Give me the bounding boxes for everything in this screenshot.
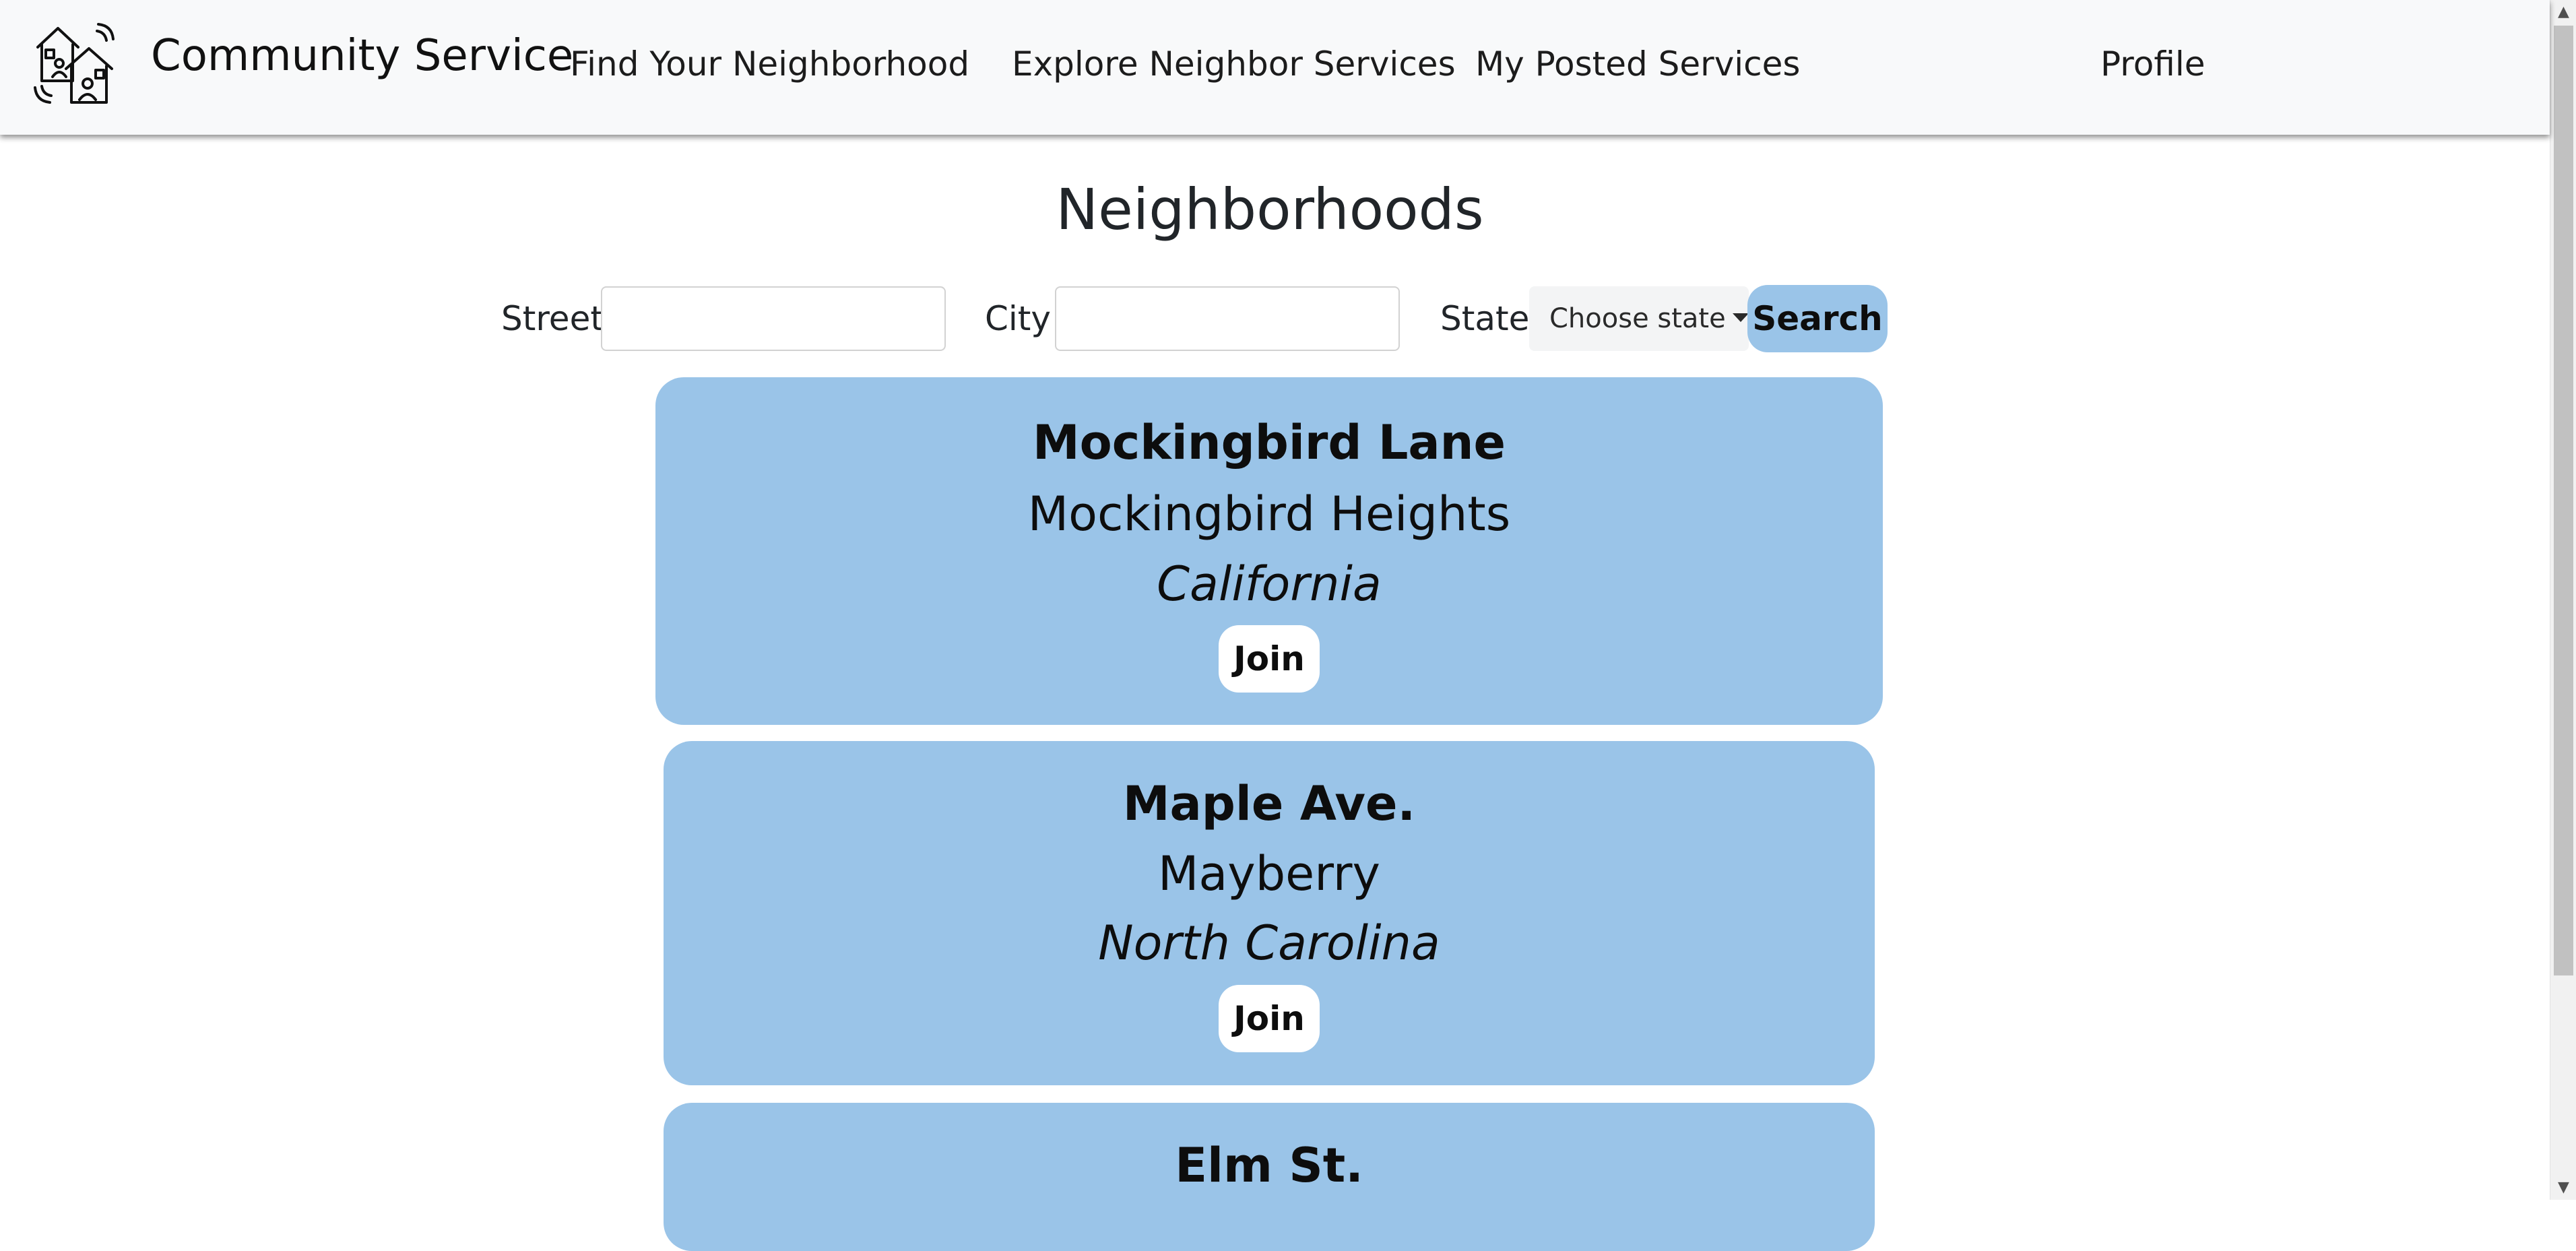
caret-down-icon — [1732, 313, 1749, 322]
search-button[interactable]: Search — [1747, 285, 1888, 352]
top-navbar: Community Service Find Your Neighborhood… — [0, 0, 2550, 135]
city-input[interactable] — [1055, 286, 1400, 351]
neighborhood-street: Maple Ave. — [1122, 776, 1416, 831]
neighborhood-card: Mockingbird Lane Mockingbird Heights Cal… — [655, 377, 1883, 725]
page-scrollbar[interactable]: ▲ ▼ — [2550, 0, 2576, 1200]
neighborhood-street: Mockingbird Lane — [1033, 415, 1506, 470]
join-button[interactable]: Join — [1219, 985, 1320, 1052]
join-button[interactable]: Join — [1219, 625, 1320, 693]
neighborhood-city: Mayberry — [1158, 846, 1380, 901]
neighborhood-card: Maple Ave. Mayberry North Carolina Join — [664, 741, 1875, 1085]
neighborhood-state: North Carolina — [1098, 916, 1440, 971]
street-input[interactable] — [601, 286, 946, 351]
page-title: Neighborhoods — [1056, 177, 1484, 243]
neighborhood-city: Mockingbird Heights — [1027, 486, 1511, 542]
nav-my-posted-services[interactable]: My Posted Services — [1475, 37, 1800, 91]
neighborhood-state: California — [1157, 556, 1382, 612]
state-label: State — [1440, 299, 1530, 338]
neighborhood-street: Elm St. — [1175, 1138, 1363, 1193]
street-label: Street — [501, 299, 604, 338]
nav-explore-services[interactable]: Explore Neighbor Services — [1012, 37, 1456, 91]
city-label: City — [985, 299, 1051, 338]
neighborhood-card: Elm St. — [664, 1103, 1875, 1251]
state-dropdown[interactable]: Choose state — [1529, 286, 1749, 351]
scroll-down-arrow-icon[interactable]: ▼ — [2550, 1176, 2576, 1200]
nav-find-neighborhood[interactable]: Find Your Neighborhood — [570, 37, 969, 91]
nav-profile[interactable]: Profile — [2100, 37, 2205, 91]
state-dropdown-value: Choose state — [1549, 303, 1726, 334]
brand-title[interactable]: Community Service — [151, 26, 573, 86]
scroll-up-arrow-icon[interactable]: ▲ — [2550, 0, 2576, 24]
community-houses-icon[interactable] — [32, 19, 120, 106]
scroll-thumb[interactable] — [2554, 26, 2573, 975]
